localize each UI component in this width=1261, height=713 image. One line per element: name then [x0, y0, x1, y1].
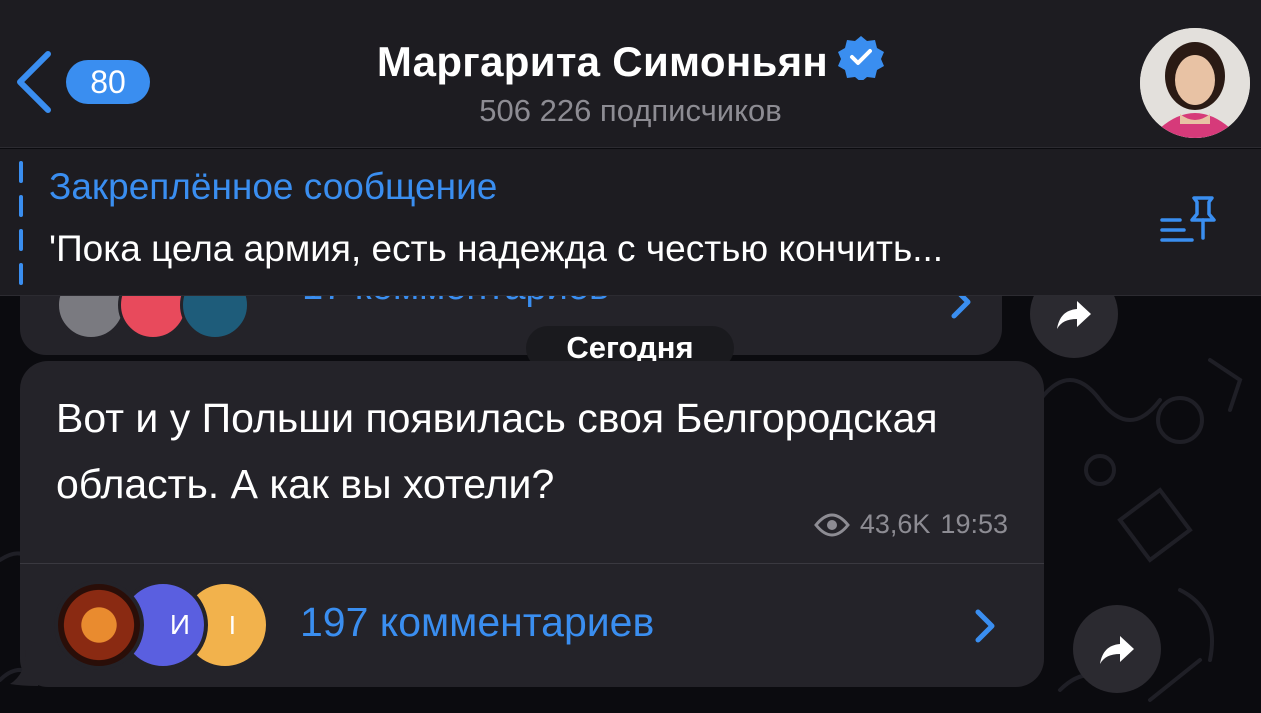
- comments-label: 197 комментариев: [300, 599, 655, 645]
- channel-avatar[interactable]: [1140, 28, 1250, 138]
- subscriber-count: 506 226 подписчиков: [479, 93, 782, 128]
- pinned-indicator: [19, 161, 23, 285]
- pin-list-icon[interactable]: [1160, 192, 1222, 246]
- share-icon: [1057, 301, 1091, 329]
- pinned-message-bar[interactable]: Закреплённое сообщение 'Пока цела армия,…: [0, 149, 1261, 296]
- chat-header: 80 Маргарита Симоньян 506 226 подписчико…: [0, 0, 1261, 148]
- bubble-tail: [10, 640, 38, 686]
- channel-name: Маргарита Симоньян: [376, 38, 829, 85]
- commenter-avatar: [54, 580, 144, 670]
- chevron-right-icon: [975, 609, 995, 643]
- share-button[interactable]: [1073, 605, 1161, 693]
- verified-icon: [838, 36, 885, 80]
- pinned-title: Закреплённое сообщение: [49, 166, 498, 207]
- pinned-text: 'Пока цела армия, есть надежда с честью …: [49, 228, 944, 269]
- view-count: 43,6K: [859, 509, 931, 539]
- share-icon: [1100, 636, 1134, 664]
- comments-button[interactable]: И I 197 комментариев: [20, 564, 1044, 687]
- eye-icon: [813, 513, 850, 536]
- post-meta: 43,6K 19:53: [813, 509, 1008, 540]
- channel-title[interactable]: Маргарита Симоньян: [0, 34, 1261, 88]
- post-time: 19:53: [940, 509, 1008, 539]
- post-bubble[interactable]: Вот и у Польши появилась своя Белгородск…: [20, 361, 1044, 687]
- post-text: Вот и у Польши появилась своя Белгородск…: [56, 395, 938, 507]
